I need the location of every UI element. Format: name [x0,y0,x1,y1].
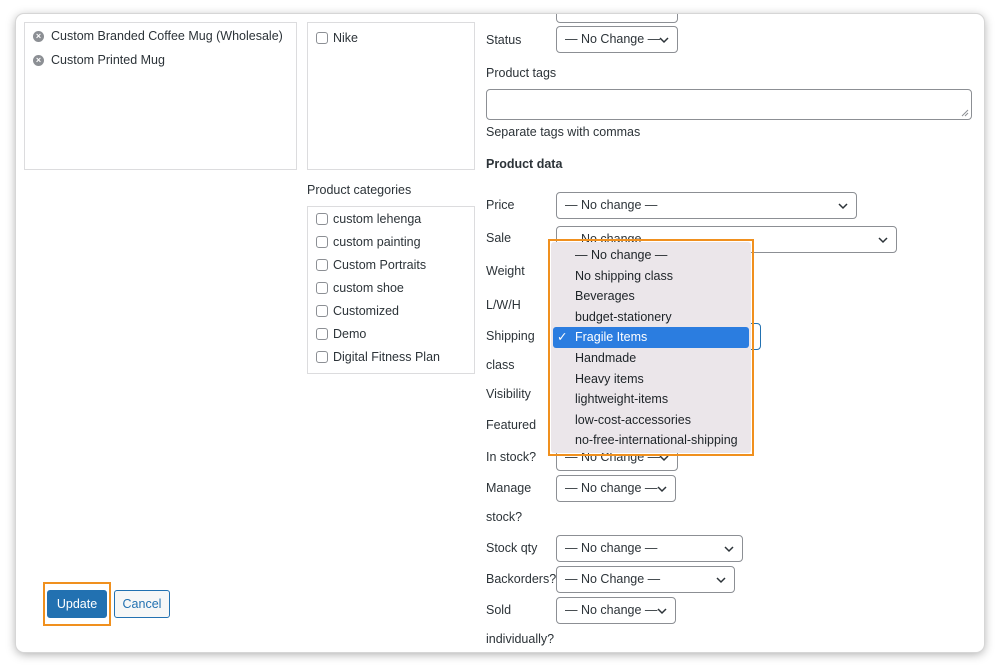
chevron-down-icon [716,577,726,584]
dropdown-option[interactable]: No shipping class [553,266,749,287]
remove-icon[interactable]: × [33,54,44,66]
stock-qty-value: — No change — [565,541,658,555]
shipping-label-cont: class [486,358,515,372]
checkmark-icon: ✓ [557,330,568,345]
list-item[interactable]: custom painting [316,235,421,249]
lwh-label: L/W/H [486,298,521,312]
sold-individually-select[interactable]: — No change — [556,597,676,624]
cancel-button[interactable]: Cancel [114,590,170,618]
manage-stock-value: — No change — [565,481,658,495]
dropdown-option[interactable]: low-cost-accessories [553,410,749,431]
price-value: — No change — [565,198,658,212]
remove-icon[interactable]: × [33,30,44,42]
dropdown-option-selected[interactable]: ✓ Fragile Items [553,327,749,348]
product-data-heading: Product data [486,157,563,171]
price-select[interactable]: — No change — [556,192,857,219]
manage-stock-select[interactable]: — No change — [556,475,676,502]
chevron-down-icon [659,37,669,44]
sold-individually-label-cont: individually? [486,632,555,646]
tags-textarea[interactable] [486,89,972,120]
instock-label: In stock? [486,450,537,464]
backorders-value: — No Change — [565,572,661,586]
list-item[interactable]: custom lehenga [316,212,421,226]
categories-heading: Product categories [307,183,412,197]
resize-handle-icon[interactable] [961,109,969,117]
list-item[interactable]: Digital Fitness Plan [316,350,440,364]
shipping-label: Shipping [486,329,535,343]
category-label: custom shoe [333,281,404,295]
backorders-select[interactable]: — No Change — [556,566,735,593]
category-label: Custom Portraits [333,258,427,272]
checkbox[interactable] [316,213,328,225]
checkbox[interactable] [316,305,328,317]
status-value: — No Change — [565,32,661,46]
checkbox[interactable] [316,259,328,271]
visibility-label: Visibility [486,387,531,401]
manage-stock-label: Manage [486,481,532,495]
chevron-down-icon [724,546,734,553]
cut-off-select[interactable] [556,14,678,23]
dropdown-option[interactable]: Heavy items [553,369,749,390]
dropdown-option[interactable]: Beverages [553,286,749,307]
list-item: × Custom Printed Mug [33,53,165,67]
list-item[interactable]: Nike [316,31,358,45]
checkbox[interactable] [316,282,328,294]
tags-help: Separate tags with commas [486,125,641,139]
dropdown-option[interactable]: no-free-international-shipping [553,430,749,451]
category-label: Customized [333,304,399,318]
list-item: × Custom Branded Coffee Mug (Wholesale) [33,29,283,43]
chevron-down-icon [838,203,848,210]
category-label: Digital Fitness Plan [333,350,440,364]
manage-stock-label-cont: stock? [486,510,523,524]
weight-label: Weight [486,264,525,278]
status-select[interactable]: — No Change — [556,26,678,53]
update-button[interactable]: Update [47,590,107,618]
checkbox[interactable] [316,351,328,363]
checkbox[interactable] [316,328,328,340]
tags-label: Product tags [486,66,557,80]
category-label: Demo [333,327,367,341]
categories-checklist: custom lehenga custom painting Custom Po… [307,206,475,374]
category-label: custom painting [333,235,421,249]
product-name: Custom Printed Mug [51,53,165,67]
sale-label: Sale [486,231,512,245]
bulk-edit-panel: × Custom Branded Coffee Mug (Wholesale) … [16,14,984,652]
category-label: custom lehenga [333,212,422,226]
chevron-down-icon [657,486,667,493]
list-item[interactable]: custom shoe [316,281,404,295]
brands-checklist: Nike [307,22,475,170]
list-item[interactable]: Customized [316,304,399,318]
stock-qty-select[interactable]: — No change — [556,535,743,562]
chevron-down-icon [878,237,888,244]
status-label: Status [486,33,522,47]
price-label: Price [486,198,515,212]
selected-products-list: × Custom Branded Coffee Mug (Wholesale) … [24,22,297,170]
dropdown-option[interactable]: — No change — [553,245,749,266]
chevron-down-icon [657,608,667,615]
stock-qty-label: Stock qty [486,541,538,555]
brand-label: Nike [333,31,359,45]
sold-individually-label: Sold [486,603,512,617]
checkbox[interactable] [316,32,328,44]
dropdown-option[interactable]: budget-stationery [553,307,749,328]
product-name: Custom Branded Coffee Mug (Wholesale) [51,29,283,43]
list-item[interactable]: Demo [316,327,366,341]
checkbox[interactable] [316,236,328,248]
dropdown-option[interactable]: lightweight-items [553,389,749,410]
list-item[interactable]: Custom Portraits [316,258,426,272]
featured-label: Featured [486,418,537,432]
backorders-label: Backorders? [486,572,557,586]
dropdown-option[interactable]: Handmade [553,348,749,369]
shipping-class-dropdown: — No change — No shipping class Beverage… [551,242,751,453]
sold-individually-value: — No change — [565,603,658,617]
